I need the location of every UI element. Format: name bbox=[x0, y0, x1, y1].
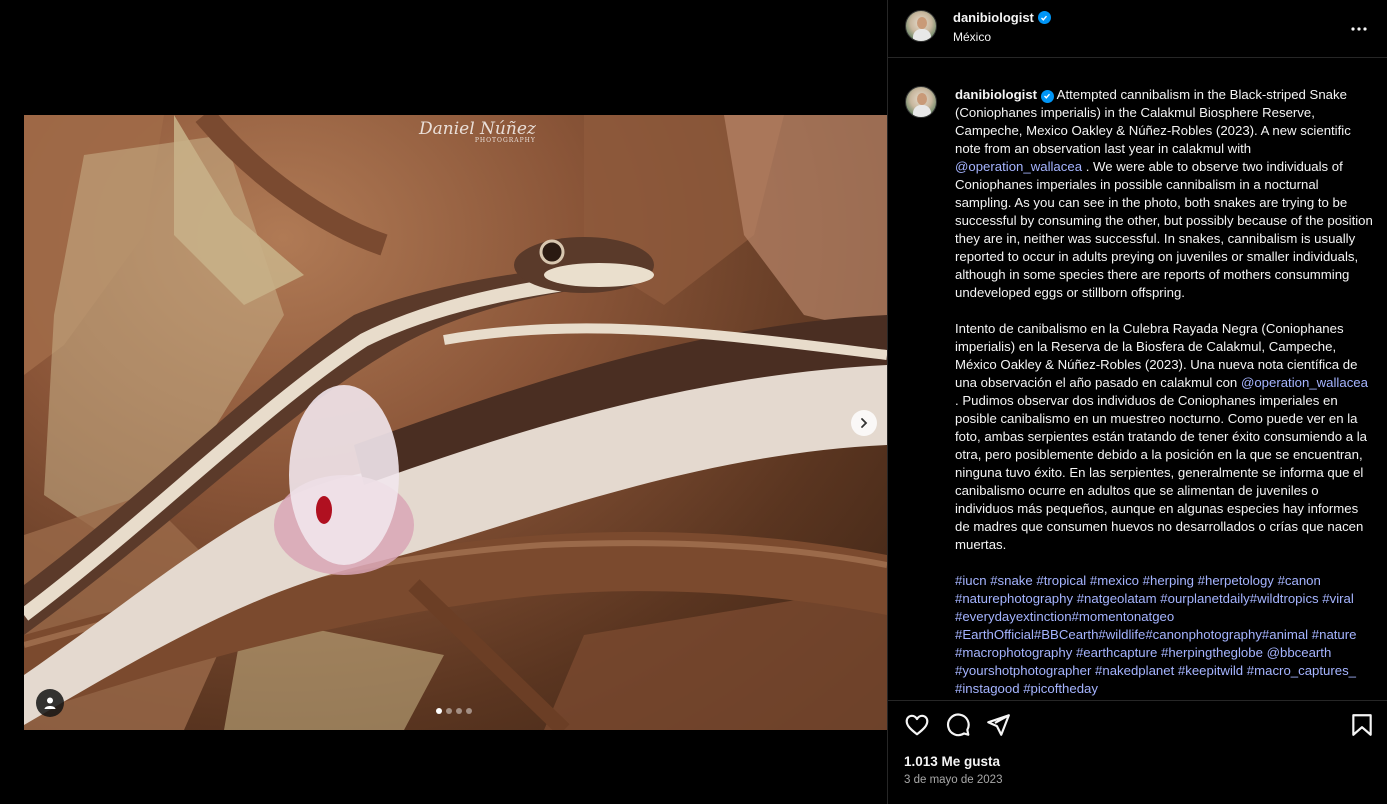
caption-text-es-2: . Pudimos observar dos individuos de Con… bbox=[955, 393, 1367, 552]
likes-count[interactable]: 1.013 Me gusta bbox=[904, 754, 1000, 769]
caption-text-en-2: . We were able to observe two individual… bbox=[955, 159, 1373, 300]
snake-photo-illustration bbox=[24, 115, 887, 730]
mention-link[interactable]: @operation_wallacea bbox=[1241, 375, 1368, 390]
header-username[interactable]: danibiologist bbox=[953, 10, 1051, 25]
avatar[interactable] bbox=[905, 10, 937, 42]
carousel-dot-active bbox=[436, 708, 442, 714]
location-link[interactable]: México bbox=[953, 30, 991, 44]
next-image-button[interactable] bbox=[851, 410, 877, 436]
verified-icon bbox=[1040, 89, 1054, 103]
post-date[interactable]: 3 de mayo de 2023 bbox=[904, 774, 1002, 786]
post-side-panel: danibiologist México danibiologist Attem… bbox=[887, 0, 1387, 804]
more-icon bbox=[1351, 27, 1367, 31]
action-bar: 1.013 Me gusta 3 de mayo de 2023 bbox=[888, 700, 1387, 804]
carousel-indicator bbox=[436, 708, 472, 714]
more-options-button[interactable] bbox=[1350, 16, 1368, 37]
caption-username[interactable]: danibiologist bbox=[955, 87, 1037, 102]
user-tag-icon bbox=[44, 697, 56, 709]
comment-icon[interactable] bbox=[945, 712, 971, 738]
caption-area: danibiologist Attempted cannibalism in t… bbox=[888, 59, 1387, 699]
carousel-dot bbox=[446, 708, 452, 714]
hashtags[interactable]: #iucn #snake #tropical #mexico #herping … bbox=[955, 572, 1375, 698]
mention-link[interactable]: @operation_wallacea bbox=[955, 159, 1082, 174]
verified-icon bbox=[1037, 11, 1051, 24]
share-icon[interactable] bbox=[985, 712, 1011, 738]
photo-watermark: Daniel Núñez PHOTOGRAPHY bbox=[419, 119, 536, 144]
heart-icon[interactable] bbox=[904, 712, 930, 738]
username-text[interactable]: danibiologist bbox=[953, 10, 1034, 25]
bookmark-icon[interactable] bbox=[1349, 712, 1375, 738]
post-photo[interactable]: Daniel Núñez PHOTOGRAPHY bbox=[24, 115, 887, 730]
user-tag-button[interactable] bbox=[36, 689, 64, 717]
media-area: Daniel Núñez PHOTOGRAPHY bbox=[0, 0, 887, 804]
carousel-dot bbox=[466, 708, 472, 714]
carousel-dot bbox=[456, 708, 462, 714]
caption-avatar[interactable] bbox=[905, 86, 937, 118]
post-header: danibiologist México bbox=[888, 0, 1387, 58]
post-caption: danibiologist Attempted cannibalism in t… bbox=[955, 86, 1375, 699]
chevron-right-icon bbox=[861, 418, 868, 428]
